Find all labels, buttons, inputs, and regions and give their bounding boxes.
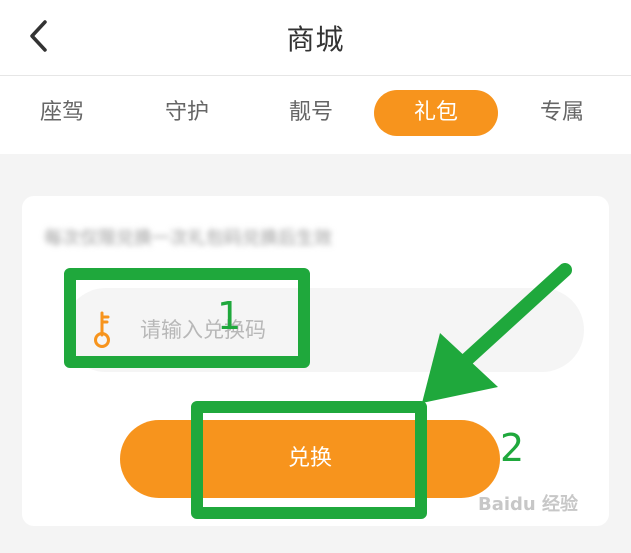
tab-guardian[interactable]: 守护 (147, 90, 227, 136)
watermark: Baidu 经验 (478, 494, 579, 515)
tab-mounts[interactable]: 座驾 (22, 90, 102, 136)
key-icon (94, 311, 110, 348)
category-tabs: 座驾 守护 靓号 礼包 专属 (0, 76, 631, 154)
tab-exclusive[interactable]: 专属 (522, 90, 602, 136)
top-bar: 商城 (0, 0, 631, 76)
annotation-label-1: 1 (217, 294, 242, 338)
redeem-description: 每次仅限兑换一次礼包码兑换后生效 (44, 228, 332, 249)
tab-gift-pack[interactable]: 礼包 (374, 90, 498, 136)
redeem-button[interactable]: 兑换 (120, 420, 500, 498)
page-title: 商城 (286, 23, 345, 56)
annotation-arrow-icon (422, 263, 572, 403)
annotation-label-2: 2 (500, 426, 525, 470)
tab-vanity-id[interactable]: 靓号 (271, 90, 351, 136)
